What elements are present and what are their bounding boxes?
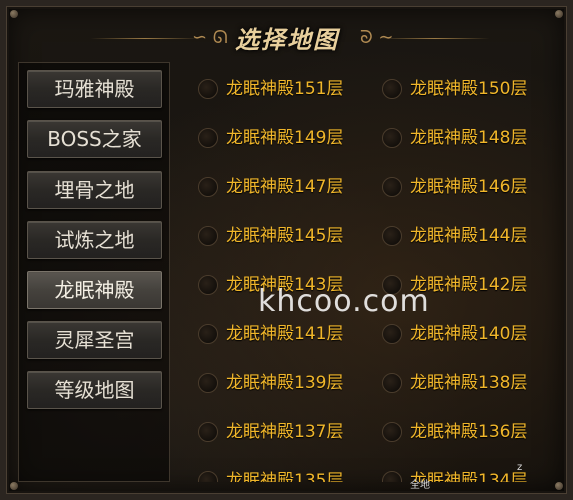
category-button-maya-temple[interactable]: 玛雅神殿 xyxy=(27,70,162,108)
category-button-level-maps[interactable]: 等级地图 xyxy=(27,371,162,409)
map-list: 龙眠神殿151层 龙眠神殿150层龙眠神殿149层 龙眠神殿148层龙眠神殿147层… xyxy=(176,62,566,482)
radio-button[interactable] xyxy=(198,79,218,99)
radio-button[interactable] xyxy=(198,422,218,442)
map-option-label: 龙眠神殿135层 xyxy=(226,471,344,482)
radio-button[interactable] xyxy=(382,422,402,442)
radio-button[interactable] xyxy=(382,373,402,393)
radio-button[interactable] xyxy=(198,128,218,148)
map-option-label: 龙眠神殿140层 xyxy=(410,324,528,344)
map-option-label: 龙眠神殿149层 xyxy=(226,128,344,148)
radio-button[interactable] xyxy=(382,177,402,197)
title-divider-left xyxy=(90,38,200,39)
radio-button[interactable] xyxy=(382,128,402,148)
radio-button[interactable] xyxy=(382,275,402,295)
radio-button[interactable] xyxy=(382,324,402,344)
map-option-label: 龙眠神殿150层 xyxy=(410,79,528,99)
category-button-boss-home[interactable]: BOSS之家 xyxy=(27,120,162,158)
map-option-label: 龙眠神殿143层 xyxy=(226,275,344,295)
map-option-label: 龙眠神殿151层 xyxy=(226,79,344,99)
map-option-label: 龙眠神殿142层 xyxy=(410,275,528,295)
map-option-label: 龙眠神殿146层 xyxy=(410,177,528,197)
radio-button[interactable] xyxy=(382,471,402,482)
rivet xyxy=(10,482,18,490)
category-button-dragon-sleep-temple[interactable]: 龙眠神殿 xyxy=(27,271,162,309)
radio-button[interactable] xyxy=(198,226,218,246)
category-button-trial-ground[interactable]: 试炼之地 xyxy=(27,221,162,259)
map-option-label: 龙眠神殿141层 xyxy=(226,324,344,344)
category-sidebar: 玛雅神殿 BOSS之家 埋骨之地 试炼之地 龙眠神殿 灵犀圣宫 等级地图 xyxy=(18,62,170,482)
radio-button[interactable] xyxy=(198,324,218,344)
map-option-label: 龙眠神殿136层 xyxy=(410,422,528,442)
dialog-title: 选择地图 xyxy=(235,25,339,54)
map-option-label: 龙眠神殿138层 xyxy=(410,373,528,393)
category-button-burial-ground[interactable]: 埋骨之地 xyxy=(27,171,162,209)
map-option-label: 龙眠神殿148层 xyxy=(410,128,528,148)
map-option-label: 龙眠神殿147层 xyxy=(226,177,344,197)
radio-button[interactable] xyxy=(198,177,218,197)
map-option-label: 龙眠神殿144层 xyxy=(410,226,528,246)
corner-mark: 全地 xyxy=(410,480,430,491)
map-option-label: 龙眠神殿145层 xyxy=(226,226,344,246)
rivet xyxy=(555,482,563,490)
radio-button[interactable] xyxy=(198,373,218,393)
radio-button[interactable] xyxy=(198,275,218,295)
title-divider-right xyxy=(380,38,490,39)
category-button-lingxi-palace[interactable]: 灵犀圣宫 xyxy=(27,321,162,359)
map-option-label: 龙眠神殿139层 xyxy=(226,373,344,393)
map-option-label: 龙眠神殿137层 xyxy=(226,422,344,442)
radio-button[interactable] xyxy=(382,79,402,99)
title-bar: ∽ ᘏ 选择地图 ᘐ ∼ xyxy=(0,16,573,60)
radio-button[interactable] xyxy=(198,471,218,482)
corner-text: z xyxy=(517,462,523,473)
radio-button[interactable] xyxy=(382,226,402,246)
